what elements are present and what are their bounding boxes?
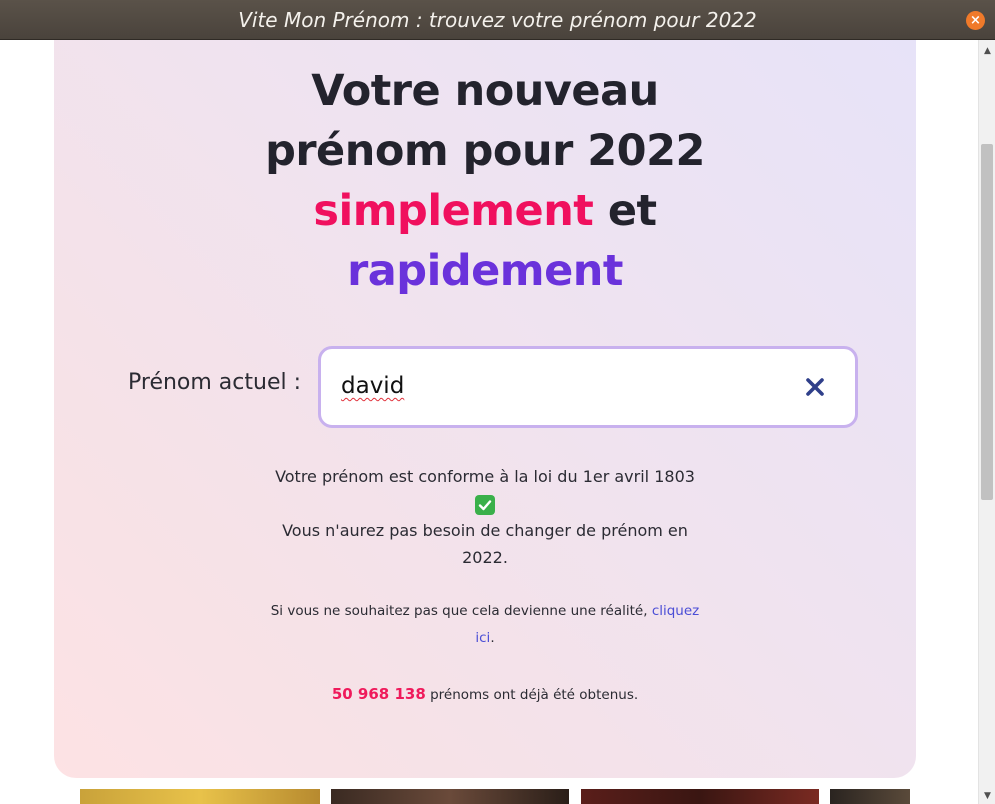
headline-and: et — [593, 186, 657, 236]
current-name-label: Prénom actuel : — [128, 370, 302, 395]
result-check — [54, 490, 916, 517]
headline-highlight-simplement: simplement — [313, 186, 594, 236]
headline-line-3: simplement et — [54, 181, 916, 241]
opt-out-line-1: Si vous ne souhaitez pas que cela devien… — [54, 598, 916, 625]
close-x-icon[interactable] — [803, 375, 827, 399]
names-count-text: prénoms ont déjà été obtenus. — [425, 687, 639, 703]
close-icon[interactable]: × — [966, 11, 985, 30]
background-thumbnails — [0, 789, 978, 804]
opt-out-link-continued[interactable]: ici — [475, 630, 490, 646]
opt-out-line-2: ici. — [54, 625, 916, 652]
thumbnail-image — [80, 789, 320, 804]
opt-out-end: . — [490, 630, 495, 646]
headline-line-1: Votre nouveau — [311, 66, 659, 116]
result-line-1: Votre prénom est conforme à la loi du 1e… — [275, 467, 695, 486]
thumbnail-image — [581, 789, 819, 804]
thumbnail-image — [331, 789, 569, 804]
scroll-down-arrow-icon[interactable]: ▼ — [979, 787, 995, 804]
names-count: 50 968 138 — [331, 685, 426, 703]
headline-line-2: prénom pour 2022 — [265, 126, 705, 176]
scroll-up-arrow-icon[interactable]: ▲ — [979, 42, 995, 59]
page-viewport: Votre nouveau prénom pour 2022 simplemen… — [0, 40, 978, 804]
result-line-2: Vous n'aurez pas besoin de changer de pr… — [282, 521, 688, 540]
scrollbar-thumb[interactable] — [981, 144, 993, 500]
thumbnail-image — [830, 789, 910, 804]
headline-highlight-rapidement: rapidement — [347, 246, 623, 296]
vertical-scrollbar[interactable]: ▲ ▼ — [978, 40, 995, 804]
current-name-input[interactable]: david — [318, 346, 858, 428]
check-mark-icon — [475, 494, 495, 515]
window-title-bar: Vite Mon Prénom : trouvez votre prénom p… — [0, 0, 995, 40]
opt-out-text: Si vous ne souhaitez pas que cela devien… — [270, 603, 652, 619]
result-message: Votre prénom est conforme à la loi du 1e… — [54, 463, 916, 571]
opt-out-note: Si vous ne souhaitez pas que cela devien… — [54, 598, 916, 652]
names-counter: 50 968 138 prénoms ont déjà été obtenus. — [54, 685, 916, 703]
result-line-3: 2022. — [462, 548, 508, 567]
name-generator-card: Votre nouveau prénom pour 2022 simplemen… — [54, 40, 916, 778]
window-title: Vite Mon Prénom : trouvez votre prénom p… — [238, 7, 757, 32]
opt-out-link[interactable]: cliquez — [652, 603, 699, 619]
headline: Votre nouveau prénom pour 2022 simplemen… — [54, 61, 916, 301]
headline-line-4: rapidement — [54, 241, 916, 301]
current-name-value[interactable]: david — [341, 373, 404, 399]
